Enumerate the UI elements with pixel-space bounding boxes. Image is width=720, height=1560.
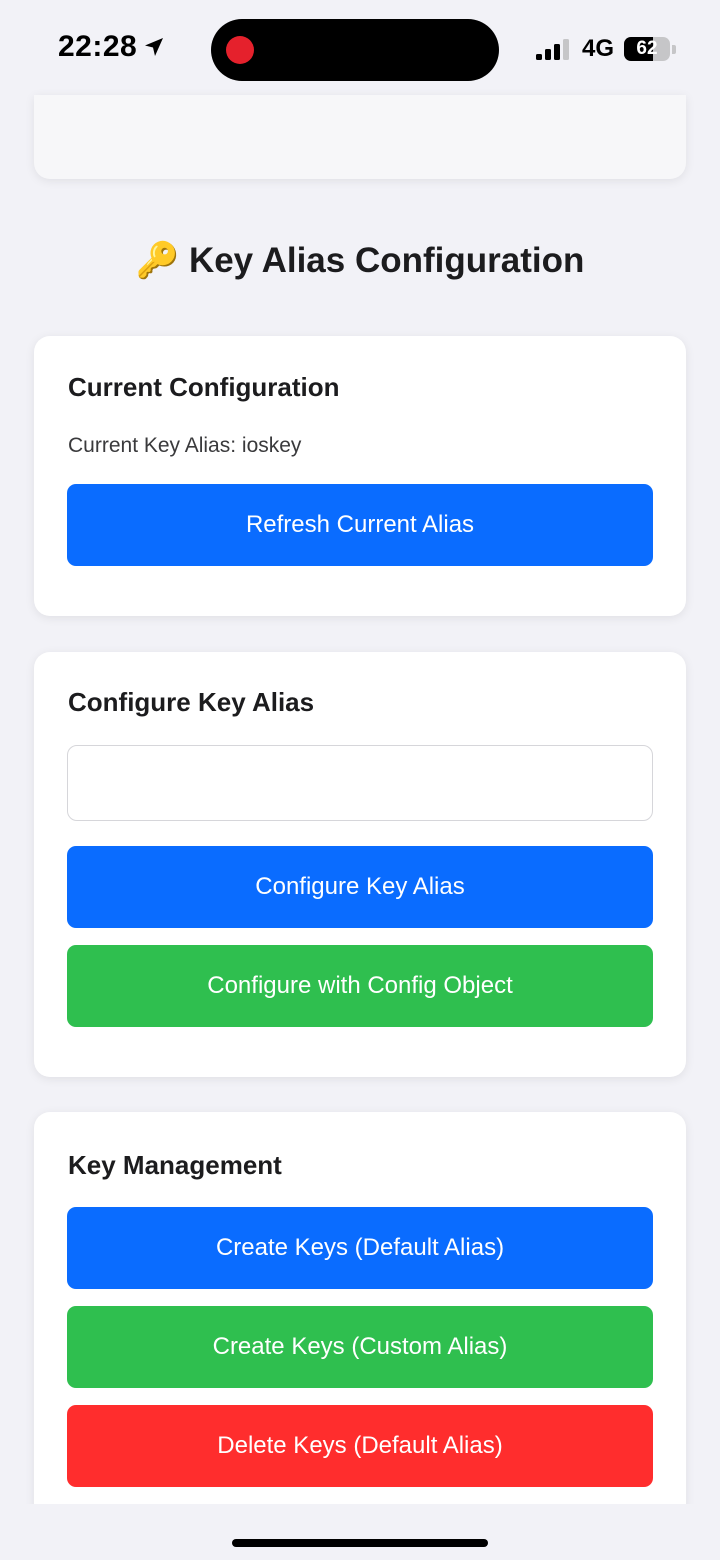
configure-key-alias-button[interactable]: Configure Key Alias: [67, 846, 653, 928]
bottom-safe-area: [0, 1504, 720, 1560]
status-time: 22:28: [58, 30, 138, 63]
key-management-card: Key Management Create Keys (Default Alia…: [34, 1112, 686, 1532]
delete-keys-default-alias-button[interactable]: Delete Keys (Default Alias): [67, 1405, 653, 1487]
page-title: 🔑 Key Alias Configuration: [135, 241, 585, 280]
configure-key-alias-title: Configure Key Alias: [68, 687, 315, 717]
signal-bar: [562, 39, 569, 60]
cellular-signal-icon: [535, 38, 572, 60]
network-type: 4G: [581, 35, 614, 62]
location-arrow-icon: [143, 36, 165, 58]
home-indicator[interactable]: [232, 1539, 488, 1547]
configure-key-alias-card: Configure Key Alias Configure Key Alias …: [34, 652, 686, 1077]
dynamic-island: [211, 19, 499, 81]
current-configuration-title: Current Configuration: [68, 372, 340, 402]
create-keys-default-alias-button[interactable]: Create Keys (Default Alias): [67, 1207, 653, 1289]
current-key-alias-text: Current Key Alias: ioskey: [68, 434, 302, 457]
status-bar: 22:28 4G 62: [0, 0, 720, 100]
signal-bar: [535, 54, 542, 60]
battery-icon: 62: [624, 37, 670, 61]
battery-level: 62: [636, 38, 658, 59]
key-alias-input[interactable]: [67, 745, 653, 821]
status-time-group: 22:28: [58, 30, 165, 64]
configure-with-config-object-button[interactable]: Configure with Config Object: [67, 945, 653, 1027]
signal-bar: [544, 49, 551, 60]
refresh-current-alias-button[interactable]: Refresh Current Alias: [67, 484, 653, 566]
previous-card: [34, 95, 686, 179]
battery-cap: [672, 44, 676, 54]
signal-bar: [553, 44, 560, 60]
status-indicators: 4G 62: [535, 35, 676, 63]
create-keys-custom-alias-button[interactable]: Create Keys (Custom Alias): [67, 1306, 653, 1388]
screen-recording-icon: [226, 36, 254, 64]
key-management-title: Key Management: [68, 1150, 282, 1180]
current-configuration-card: Current Configuration Current Key Alias:…: [34, 336, 686, 616]
